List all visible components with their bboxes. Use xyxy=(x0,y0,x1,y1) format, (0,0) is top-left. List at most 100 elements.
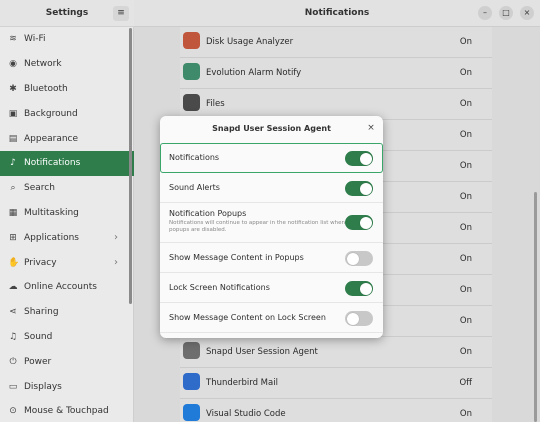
app-row[interactable]: Evolution Alarm Notify On xyxy=(180,58,492,89)
app-name: Visual Studio Code xyxy=(206,409,286,419)
option-label: Lock Screen Notifications xyxy=(169,283,270,292)
sidebar-item-label: Wi-Fi xyxy=(24,34,46,45)
option-label: Show Message Content on Lock Screen xyxy=(169,313,326,322)
app-status: On xyxy=(459,192,472,202)
sharing-icon: ⋖ xyxy=(9,307,17,318)
sidebar-item-label: Power xyxy=(24,356,52,367)
sidebar-item-label: Bluetooth xyxy=(24,83,68,94)
sidebar-item-applications[interactable]: ⊞ Applications › xyxy=(0,225,134,250)
sidebar-item-appearance[interactable]: ▤ Appearance xyxy=(0,126,134,151)
close-button[interactable]: × xyxy=(520,6,534,20)
close-icon[interactable]: × xyxy=(365,122,377,134)
app-status: On xyxy=(459,161,472,171)
main-header: Notifications – □ × xyxy=(134,0,540,27)
toggle-knob xyxy=(359,152,372,165)
sidebar-item-sound[interactable]: ♫ Sound xyxy=(0,325,134,350)
bell-icon: ♪ xyxy=(10,158,16,169)
toggle-switch[interactable] xyxy=(345,215,373,230)
sidebar-item-label: Appearance xyxy=(24,133,79,144)
option-sound-alerts: Sound Alerts xyxy=(160,173,383,203)
option-label: Sound Alerts xyxy=(169,183,220,192)
sidebar-item-privacy[interactable]: ✋ Privacy › xyxy=(0,250,134,275)
sidebar-scrollbar[interactable] xyxy=(129,28,132,304)
privacy-icon: ✋ xyxy=(8,257,20,268)
evolution-alarm-icon xyxy=(183,63,200,80)
app-status: On xyxy=(459,130,472,140)
wifi-icon: ≋ xyxy=(9,34,17,45)
online-accounts-icon: ☁ xyxy=(8,282,18,293)
option-show-message-content-on-lock-screen: Show Message Content on Lock Screen xyxy=(160,303,383,333)
sidebar-item-background[interactable]: ▣ Background xyxy=(0,101,134,126)
power-icon: ⏻ xyxy=(9,356,17,367)
app-name: Files xyxy=(206,99,225,109)
toggle-switch[interactable] xyxy=(345,181,373,196)
applications-icon: ⊞ xyxy=(9,232,17,243)
app-name: Thunderbird Mail xyxy=(206,378,278,388)
toggle-knob xyxy=(359,282,372,295)
app-status: On xyxy=(459,37,472,47)
minimize-button[interactable]: – xyxy=(478,6,492,20)
thunderbird-icon xyxy=(183,373,200,390)
option-notification-popups: Notification Popups Notifications will co… xyxy=(160,203,383,243)
sidebar-item-wi-fi[interactable]: ≋ Wi-Fi xyxy=(0,27,134,52)
app-status: On xyxy=(459,409,472,419)
app-name: Snapd User Session Agent xyxy=(206,347,318,357)
dialog-options: Notifications Sound Alerts Notification Po… xyxy=(160,143,383,333)
toggle-knob xyxy=(359,216,372,229)
background-icon: ▣ xyxy=(8,108,18,119)
bluetooth-icon: ✱ xyxy=(9,83,17,94)
disk-usage-analyzer-icon xyxy=(183,32,200,49)
app-status: Off xyxy=(459,378,472,388)
sidebar-item-power[interactable]: ⏻ Power xyxy=(0,349,134,374)
displays-icon: ▭ xyxy=(8,381,18,392)
toggle-switch[interactable] xyxy=(345,151,373,166)
app-status: On xyxy=(459,223,472,233)
gear-icon xyxy=(183,342,200,359)
dialog-title: Snapd User Session Agent xyxy=(212,124,331,133)
option-description: Notifications will continue to appear in… xyxy=(169,220,345,233)
app-row[interactable]: Visual Studio Code On xyxy=(180,399,492,422)
app-status: On xyxy=(459,99,472,109)
sidebar-item-online-accounts[interactable]: ☁ Online Accounts xyxy=(0,275,134,300)
option-label: Notifications xyxy=(169,153,220,162)
sidebar-item-bluetooth[interactable]: ✱ Bluetooth xyxy=(0,77,134,102)
sidebar-list: ≋ Wi-Fi ◉ Network ✱ Bluetooth ▣ Background ▤ Appe… xyxy=(0,27,134,422)
toggle-switch[interactable] xyxy=(345,281,373,296)
app-row[interactable]: Snapd User Session Agent On xyxy=(180,337,492,368)
main-scrollbar[interactable] xyxy=(534,192,537,422)
toggle-switch[interactable] xyxy=(345,311,373,326)
app-status: On xyxy=(459,254,472,264)
sidebar-item-network[interactable]: ◉ Network xyxy=(0,52,134,77)
sidebar: Settings ≡ ≋ Wi-Fi ◉ Network ✱ Bluetooth ▣ Back… xyxy=(0,0,134,422)
sidebar-item-mouse-touchpad[interactable]: ⊙ Mouse & Touchpad xyxy=(0,399,134,422)
settings-window: Settings ≡ ≋ Wi-Fi ◉ Network ✱ Bluetooth ▣ Back… xyxy=(0,0,540,422)
sidebar-item-label: Search xyxy=(24,183,55,194)
app-row[interactable]: Thunderbird Mail Off xyxy=(180,368,492,399)
maximize-button[interactable]: □ xyxy=(499,6,513,20)
multitasking-icon: ▦ xyxy=(8,207,18,218)
app-status: On xyxy=(459,285,472,295)
option-label: Show Message Content in Popups xyxy=(169,253,304,262)
toggle-knob xyxy=(346,312,359,325)
toggle-switch[interactable] xyxy=(345,251,373,266)
sidebar-item-notifications[interactable]: ♪ Notifications xyxy=(0,150,134,176)
sidebar-item-label: Network xyxy=(24,59,62,70)
sidebar-item-displays[interactable]: ▭ Displays xyxy=(0,374,134,399)
option-label: Notification Popups xyxy=(169,209,247,218)
option-show-message-content-in-popups: Show Message Content in Popups xyxy=(160,243,383,273)
option-notifications: Notifications xyxy=(160,143,383,173)
sidebar-item-multitasking[interactable]: ▦ Multitasking xyxy=(0,201,134,226)
chevron-right-icon: › xyxy=(114,232,118,244)
app-status: On xyxy=(459,316,472,326)
sidebar-header: Settings ≡ xyxy=(0,0,134,27)
app-row[interactable]: Disk Usage Analyzer On xyxy=(180,27,492,58)
vscode-icon xyxy=(183,404,200,421)
sound-icon: ♫ xyxy=(8,331,18,342)
mouse-icon: ⊙ xyxy=(9,406,17,417)
hamburger-icon[interactable]: ≡ xyxy=(113,6,129,21)
sidebar-item-sharing[interactable]: ⋖ Sharing xyxy=(0,300,134,325)
sidebar-item-search[interactable]: ⌕ Search xyxy=(0,176,134,201)
search-icon: ⌕ xyxy=(10,183,16,194)
app-status: On xyxy=(459,347,472,357)
app-status: On xyxy=(459,68,472,78)
